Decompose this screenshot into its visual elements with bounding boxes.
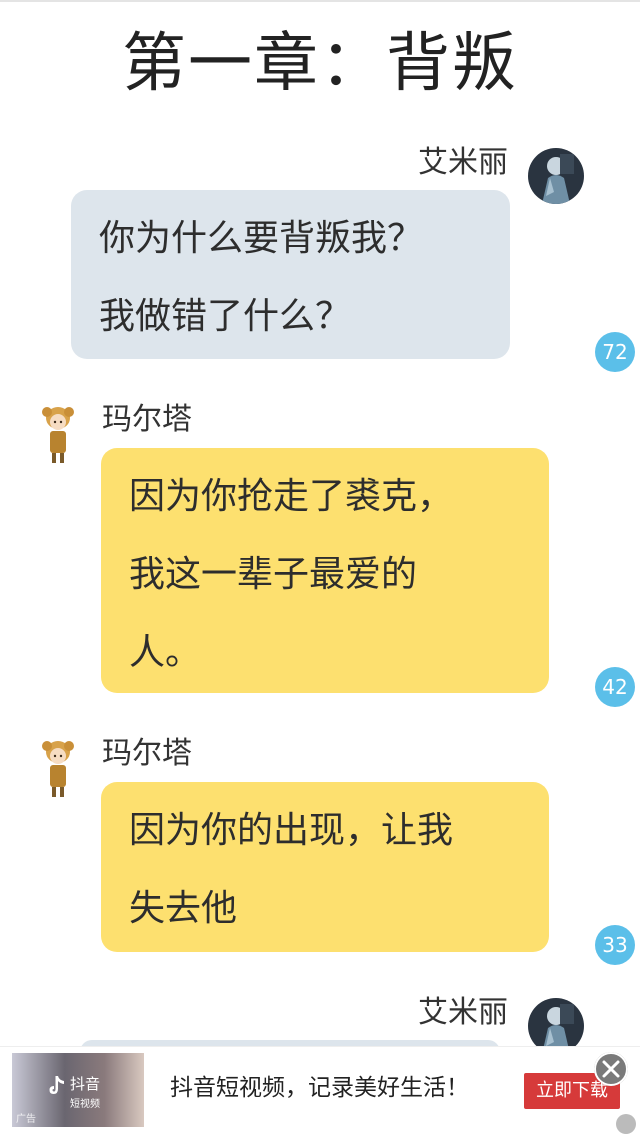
top-divider	[0, 0, 640, 2]
message-line: 因为你抢走了裘克，	[129, 476, 454, 517]
message-line: 我这一辈子最爱的	[129, 554, 418, 595]
message-bubble-left[interactable]: 因为你抢走了裘克， 我这一辈子最爱的 人。	[101, 448, 549, 693]
ad-thumb-logo-text: 抖音	[70, 1075, 101, 1093]
count-badge: 42	[595, 667, 635, 707]
close-icon[interactable]	[594, 1052, 628, 1086]
ad-banner[interactable]: 抖音 短视频 广告 抖音短视频，记录美好生活！ 立即下载	[0, 1046, 640, 1139]
count-badge: 33	[595, 925, 635, 965]
message-bubble-right[interactable]: 你为什么要背叛我？ 我做错了什么？	[71, 190, 510, 359]
message-bubble-left[interactable]: 因为你的出现，让我 失去他	[101, 782, 549, 952]
message-line: 我做错了什么？	[99, 296, 352, 337]
sender-name: 玛尔塔	[102, 736, 192, 771]
ad-thumbnail[interactable]: 抖音 短视频 广告	[12, 1053, 144, 1127]
message-line: 失去他	[129, 888, 238, 929]
message-line: 人。	[129, 632, 202, 673]
count-badge: 72	[595, 332, 635, 372]
avatar-marta-icon[interactable]	[38, 404, 78, 468]
chapter-title: 第一章：背叛	[122, 27, 518, 101]
floating-menu-icon[interactable]	[616, 1114, 636, 1134]
ad-thumb-sub: 短视频	[70, 1099, 100, 1110]
sender-name: 艾米丽	[418, 995, 508, 1030]
ad-text[interactable]: 抖音短视频，记录美好生活！	[170, 1071, 469, 1105]
sender-name: 玛尔塔	[102, 402, 192, 437]
sender-name: 艾米丽	[418, 145, 508, 180]
tiktok-logo-icon	[49, 1076, 64, 1094]
ad-thumb-logo: 抖音 短视频	[70, 1075, 140, 1111]
avatar-emily-icon[interactable]	[528, 148, 584, 204]
message-line: 因为你的出现，让我	[129, 810, 454, 851]
avatar-marta-icon[interactable]	[38, 738, 78, 802]
message-line: 你为什么要背叛我？	[99, 218, 424, 259]
ad-tag: 广告	[16, 1114, 36, 1125]
